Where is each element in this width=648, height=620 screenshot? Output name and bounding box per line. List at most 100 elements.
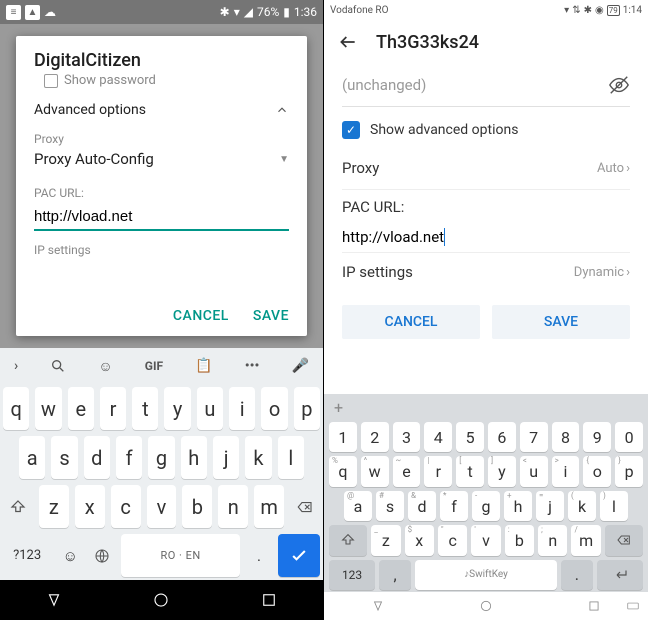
key-r[interactable]: |r <box>424 456 452 486</box>
nav-back-icon[interactable] <box>371 599 385 613</box>
advanced-options-row[interactable]: Advanced options <box>34 102 289 118</box>
key-j[interactable]: =j <box>536 491 564 521</box>
key-d[interactable]: d <box>84 436 110 479</box>
save-button[interactable]: SAVE <box>492 305 630 339</box>
key-v[interactable]: v <box>147 485 177 528</box>
gif-button[interactable]: GIF <box>145 359 163 373</box>
shift-key[interactable] <box>3 485 33 528</box>
key-q[interactable]: %q <box>329 456 357 486</box>
show-advanced-row[interactable]: ✓ Show advanced options <box>342 107 630 149</box>
back-button[interactable] <box>338 32 358 52</box>
save-button[interactable]: SAVE <box>253 308 289 324</box>
comma-key[interactable]: , <box>379 560 411 590</box>
key-o[interactable]: {o <box>583 456 611 486</box>
num-toggle-key[interactable]: ?123 <box>3 534 51 577</box>
key-3[interactable]: 3 <box>393 422 421 452</box>
key-w[interactable]: ^w <box>361 456 389 486</box>
key-g[interactable]: -g <box>472 491 500 521</box>
key-n[interactable]: n <box>218 485 248 528</box>
mic-icon[interactable]: 🎤 <box>291 358 308 374</box>
key-x[interactable]: $x <box>405 525 434 555</box>
key-c[interactable]: "c <box>438 525 467 555</box>
key-6[interactable]: 6 <box>488 422 516 452</box>
shift-key[interactable] <box>329 525 367 555</box>
key-d[interactable]: &d <box>408 491 436 521</box>
key-4[interactable]: 4 <box>424 422 452 452</box>
pac-url-input[interactable] <box>34 204 289 231</box>
key-9[interactable]: 9 <box>583 422 611 452</box>
more-dots-icon[interactable]: ••• <box>245 358 260 374</box>
space-key[interactable]: ♪ SwiftKey <box>415 560 557 590</box>
key-o[interactable]: o <box>261 387 287 430</box>
plus-button[interactable]: + <box>334 398 343 417</box>
nav-home-icon[interactable] <box>479 599 493 613</box>
key-k[interactable]: k <box>245 436 271 479</box>
key-t[interactable]: t <box>132 387 158 430</box>
key-e[interactable]: e <box>68 387 94 430</box>
key-q[interactable]: q <box>3 387 29 430</box>
key-s[interactable]: #s <box>376 491 404 521</box>
checkbox-checked-icon[interactable]: ✓ <box>342 121 360 139</box>
nav-recent-icon[interactable] <box>587 599 601 613</box>
period-key[interactable]: . <box>561 560 593 590</box>
search-icon[interactable] <box>50 358 66 374</box>
key-l[interactable]: l <box>278 436 304 479</box>
key-b[interactable]: b <box>182 485 212 528</box>
key-t[interactable]: [t <box>456 456 484 486</box>
globe-key[interactable] <box>89 534 115 577</box>
ip-settings-row[interactable]: IP settings Dynamic› <box>342 253 630 291</box>
key-a[interactable]: a <box>19 436 45 479</box>
num-toggle-key[interactable]: 123 <box>329 560 375 590</box>
key-x[interactable]: x <box>75 485 105 528</box>
nav-home-icon[interactable] <box>152 591 170 609</box>
show-password-row[interactable]: Show password <box>44 73 289 88</box>
key-j[interactable]: j <box>213 436 239 479</box>
key-z[interactable]: z <box>39 485 69 528</box>
eye-off-icon[interactable] <box>608 74 630 96</box>
enter-key[interactable] <box>278 534 320 577</box>
key-v[interactable]: 'v <box>471 525 500 555</box>
key-g[interactable]: g <box>148 436 174 479</box>
key-0[interactable]: 0 <box>615 422 643 452</box>
checkbox-icon[interactable] <box>44 74 58 88</box>
clipboard-icon[interactable]: 📋 <box>195 358 212 374</box>
key-k[interactable]: (k <box>568 491 596 521</box>
key-7[interactable]: 7 <box>520 422 548 452</box>
cancel-button[interactable]: CANCEL <box>342 305 480 339</box>
key-s[interactable]: s <box>51 436 77 479</box>
key-y[interactable]: y <box>164 387 190 430</box>
proxy-select[interactable]: Proxy Auto-Config ▼ <box>34 150 289 168</box>
key-f[interactable]: f <box>116 436 142 479</box>
backspace-key[interactable] <box>290 485 320 528</box>
key-i[interactable]: >i <box>552 456 580 486</box>
key-h[interactable]: h <box>181 436 207 479</box>
backspace-key[interactable] <box>605 525 643 555</box>
pac-url-input[interactable]: http://vload.net <box>342 226 630 253</box>
password-field[interactable]: (unchanged) <box>342 68 630 107</box>
key-y[interactable]: ]y <box>488 456 516 486</box>
key-2[interactable]: 2 <box>361 422 389 452</box>
nav-kbd-icon[interactable] <box>626 599 640 613</box>
key-1[interactable]: 1 <box>329 422 357 452</box>
proxy-row[interactable]: Proxy Auto› <box>342 149 630 187</box>
key-l[interactable]: )l <box>600 491 628 521</box>
emoji-key[interactable]: ☺ <box>57 534 83 577</box>
key-p[interactable]: }p <box>615 456 643 486</box>
key-a[interactable]: @a <box>344 491 372 521</box>
key-u[interactable]: <u <box>520 456 548 486</box>
nav-recent-icon[interactable] <box>260 591 278 609</box>
sticker-icon[interactable]: ☺ <box>98 358 112 375</box>
nav-back-icon[interactable] <box>45 591 63 609</box>
key-m[interactable]: m <box>254 485 284 528</box>
key-8[interactable]: 8 <box>552 422 580 452</box>
key-c[interactable]: c <box>111 485 141 528</box>
key-w[interactable]: w <box>35 387 61 430</box>
key-b[interactable]: :b <box>505 525 534 555</box>
enter-key[interactable] <box>597 560 643 590</box>
key-i[interactable]: i <box>229 387 255 430</box>
period-key[interactable]: . <box>246 534 272 577</box>
key-n[interactable]: ;n <box>538 525 567 555</box>
space-key[interactable]: RO · EN <box>121 534 240 577</box>
key-m[interactable]: /m <box>571 525 600 555</box>
key-z[interactable]: _z <box>371 525 400 555</box>
